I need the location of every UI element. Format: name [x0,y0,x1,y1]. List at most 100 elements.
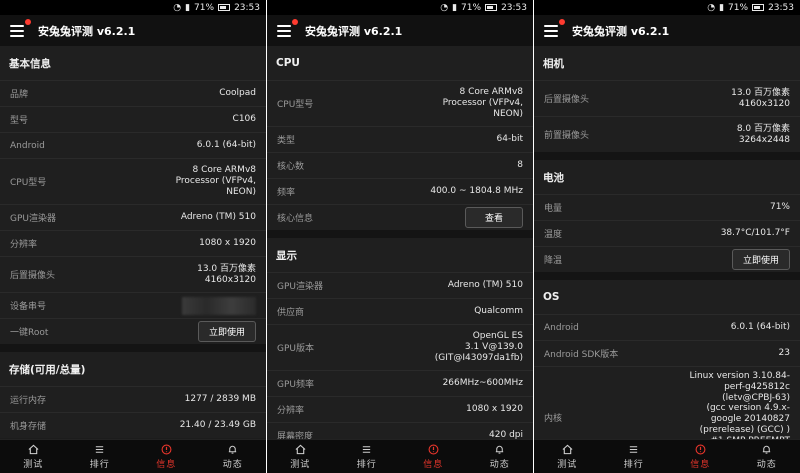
screen-hardware-info: ◔ ▮ 71% 23:53 安兔兔评测 v6.2.1 CPU CPU型号 8 Co… [267,0,533,473]
tab-test[interactable]: 测试 [0,440,67,473]
cool-down-use-now-button[interactable]: 立即使用 [732,249,790,270]
row-value: 8 [517,160,523,171]
info-row-rear-camera: 后置摄像头 13.0 百万像素 4160x3120 [534,80,800,116]
row-value: 13.0 百万像素 4160x3120 [197,263,256,285]
tab-label: 排行 [356,459,377,470]
info-row-cpu-type: 类型 64-bit [267,126,533,152]
info-row-front-camera: 前置摄像头 8.0 百万像素 3264x2448 [534,116,800,152]
info-icon [161,444,172,455]
menu-icon[interactable] [544,18,565,37]
info-row-battery-level: 电量 71% [534,194,800,220]
tab-label: 信息 [156,459,177,470]
bottom-tab-bar: 测试 排行 信息 动态 [0,439,266,473]
content-scroll[interactable]: 基本信息 品牌 Coolpad 型号 C106 Android 6.0.1 (64-b… [0,46,266,439]
screen-system-info: ◔ ▮ 71% 23:53 安兔兔评测 v6.2.1 相机 后置摄像头 13.0 … [534,0,800,473]
tab-news[interactable]: 动态 [200,440,267,473]
row-value: 6.0.1 (64-bit) [730,322,790,333]
row-value: 64-bit [496,134,523,145]
row-value: Coolpad [219,88,256,99]
info-row-cool-down: 降温 立即使用 [534,246,800,272]
bell-icon [494,444,505,455]
row-label: CPU型号 [10,178,47,188]
section-title-storage: 存储(可用/总量) [0,352,266,386]
section-title-os: OS [534,280,800,314]
wifi-icon: ◔ [173,2,182,13]
row-label: 电量 [544,204,563,214]
tab-label: 动态 [756,459,777,470]
signal-icon: ▮ [452,2,458,13]
battery-percent: 71% [461,2,482,13]
row-label: Android [544,322,579,333]
status-bar: ◔ ▮ 71% 23:53 [0,0,266,15]
tab-ranking[interactable]: 排行 [67,440,134,473]
section-divider [267,230,533,238]
status-time: 23:53 [768,2,794,13]
status-time: 23:53 [501,2,527,13]
row-label: 分辨率 [10,240,38,250]
row-value: 8.0 百万像素 3264x2448 [736,123,790,145]
notification-dot [25,18,31,25]
tab-test[interactable]: 测试 [534,440,601,473]
view-core-info-button[interactable]: 查看 [465,207,523,228]
list-icon [94,444,105,455]
row-label: 类型 [277,136,296,146]
tab-ranking[interactable]: 排行 [601,440,668,473]
row-value: 21.40 / 23.49 GB [179,420,256,431]
tab-info[interactable]: 信息 [400,440,467,473]
row-value: 420 dpi [489,430,523,439]
row-label: 内核 [544,414,563,424]
battery-icon [752,4,765,11]
info-row-android: Android 6.0.1 (64-bit) [0,132,266,158]
row-label: 机身存储 [10,422,47,432]
battery-percent: 71% [728,2,749,13]
tab-ranking[interactable]: 排行 [334,440,401,473]
info-row-gpu-version: GPU版本 OpenGL ES 3.1 V@139.0 (GIT@I43097da… [267,324,533,370]
blurred-imei [182,296,256,315]
row-label: Android SDK版本 [544,350,619,360]
tab-info[interactable]: 信息 [133,440,200,473]
signal-icon: ▮ [719,2,725,13]
content-scroll[interactable]: 相机 后置摄像头 13.0 百万像素 4160x3120 前置摄像头 8.0 百万像… [534,46,800,439]
battery-icon [485,4,498,11]
row-value: Qualcomm [474,306,523,317]
section-divider [534,272,800,280]
status-bar: ◔ ▮ 71% 23:53 [267,0,533,15]
row-value: Adreno (TM) 510 [447,280,523,291]
section-divider [534,152,800,160]
info-row-brand: 品牌 Coolpad [0,80,266,106]
row-value: 1080 x 1920 [199,238,256,249]
row-value: 1277 / 2839 MB [184,394,256,405]
tab-news[interactable]: 动态 [467,440,534,473]
tab-label: 排行 [89,459,110,470]
row-value: 23 [778,348,790,359]
wifi-icon: ◔ [707,2,716,13]
menu-icon[interactable] [277,18,298,37]
row-label: 分辨率 [277,406,305,416]
app-title: 安兔兔评测 v6.2.1 [572,24,670,38]
tab-info[interactable]: 信息 [667,440,734,473]
info-row-cpu-model: CPU型号 8 Core ARMv8 Processor (VFPv4, NEON… [267,80,533,126]
screens-container: ◔ ▮ 71% 23:53 安兔兔评测 v6.2.1 基本信息 品牌 Coolpa… [0,0,800,473]
bell-icon [761,444,772,455]
info-row-model: 型号 C106 [0,106,266,132]
row-value: 71% [769,202,790,213]
home-icon [295,444,306,455]
row-value: 13.0 百万像素 4160x3120 [731,87,790,109]
row-label: 供应商 [277,308,305,318]
root-use-now-button[interactable]: 立即使用 [198,321,256,342]
content-scroll[interactable]: CPU CPU型号 8 Core ARMv8 Processor (VFPv4, … [267,46,533,439]
row-label: 核心数 [277,162,305,172]
row-label: 频率 [277,188,296,198]
row-label: CPU型号 [277,100,314,110]
row-value: OpenGL ES 3.1 V@139.0 (GIT@I43097da1fb) [434,331,523,363]
tab-news[interactable]: 动态 [734,440,800,473]
row-label: 核心信息 [277,214,314,224]
list-icon [361,444,372,455]
row-label: 品牌 [10,90,29,100]
info-icon [695,444,706,455]
menu-icon[interactable] [10,18,31,37]
tab-test[interactable]: 测试 [267,440,334,473]
row-value: 400.0 ~ 1804.8 MHz [430,186,523,197]
app-bar: 安兔兔评测 v6.2.1 [0,15,266,46]
notification-dot [292,18,298,25]
